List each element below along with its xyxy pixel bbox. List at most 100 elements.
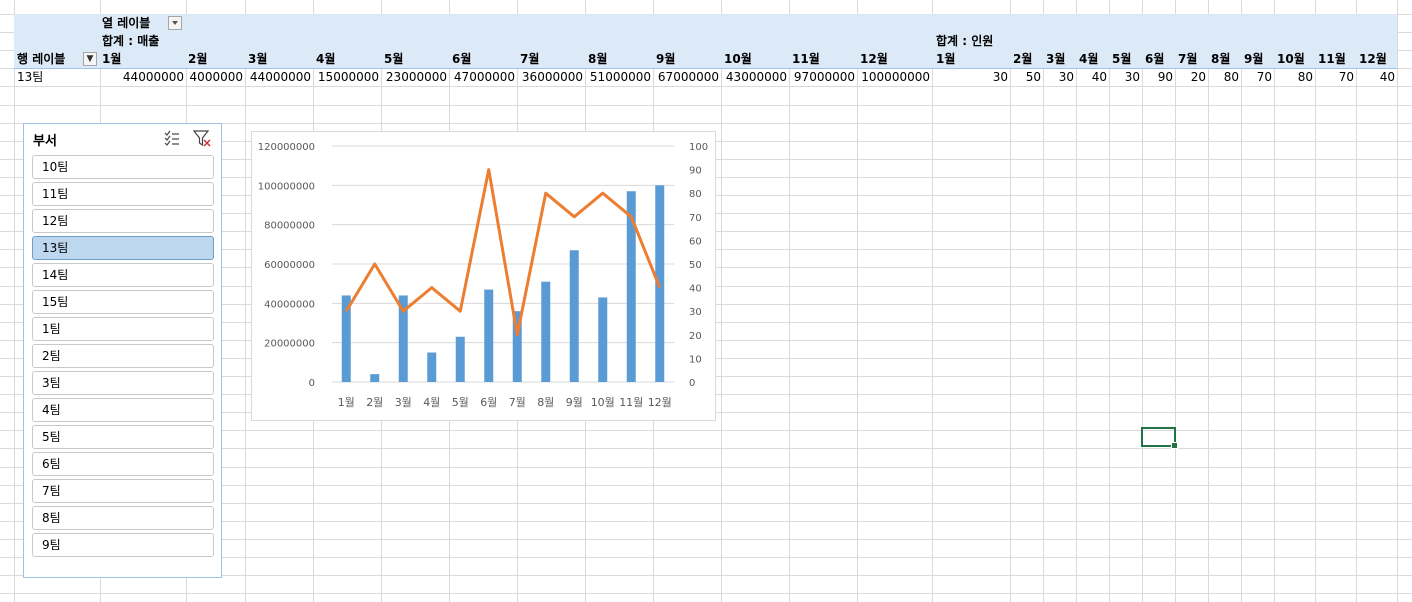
sales-month-header: 11월 [792, 52, 820, 66]
sales-value-cell[interactable]: 43000000 [726, 70, 787, 84]
slicer-item-6팀[interactable]: 6팀 [32, 452, 214, 476]
x-axis-tick-label: 4월 [423, 396, 440, 409]
sales-value-cell[interactable]: 23000000 [386, 70, 447, 84]
staff-value-cell[interactable]: 20 [1191, 70, 1206, 84]
staff-value-cell[interactable]: 30 [993, 70, 1008, 84]
sales-month-header: 3월 [248, 52, 268, 66]
department-slicer[interactable]: 부서 10팀 11팀 12팀 13팀 14팀 15팀 1팀 2팀 3팀 4팀 5팀 6팀 7팀 8팀 9팀 [23, 123, 222, 578]
staff-value-cell[interactable]: 50 [1026, 70, 1041, 84]
staff-value-cell[interactable]: 80 [1298, 70, 1313, 84]
staff-value-cell[interactable]: 40 [1380, 70, 1395, 84]
y2-axis-tick-label: 50 [689, 260, 702, 271]
sales-month-header: 8월 [588, 52, 608, 66]
sum-staff-header: 합계 : 인원 [936, 34, 994, 48]
x-axis-tick-label: 11월 [619, 396, 643, 409]
slicer-item-7팀[interactable]: 7팀 [32, 479, 214, 503]
row-label-13-team[interactable]: 13팀 [17, 70, 43, 84]
slicer-item-11팀[interactable]: 11팀 [32, 182, 214, 206]
sales-value-cell[interactable]: 47000000 [454, 70, 515, 84]
slicer-item-14팀[interactable]: 14팀 [32, 263, 214, 287]
slicer-item-15팀[interactable]: 15팀 [32, 290, 214, 314]
chart-canvas: 0 20000000 40000000 60000000 80000000 1000000… [258, 142, 708, 409]
sales-month-header: 9월 [656, 52, 676, 66]
sales-value-cell[interactable]: 4000000 [190, 70, 243, 84]
clear-filter-icon[interactable] [193, 129, 211, 147]
x-axis-tick-label: 12월 [648, 396, 672, 409]
row-labels-header: 행 레이블 [17, 52, 66, 66]
sales-staff-combo-chart[interactable]: 0 20000000 40000000 60000000 80000000 1000000… [251, 131, 716, 421]
staff-value-cell[interactable]: 80 [1224, 70, 1239, 84]
x-axis-tick-label: 3월 [395, 396, 412, 409]
y2-axis-tick-label: 60 [689, 236, 702, 247]
sales-value-cell[interactable]: 97000000 [794, 70, 855, 84]
sales-month-header: 6월 [452, 52, 472, 66]
sales-bar [484, 289, 494, 382]
y-axis-tick-label: 0 [309, 378, 315, 389]
y-axis-tick-label: 20000000 [264, 339, 315, 350]
column-labels-header: 열 레이블 [102, 16, 151, 30]
slicer-item-5팀[interactable]: 5팀 [32, 425, 214, 449]
staff-month-header: 5월 [1112, 52, 1132, 66]
sales-value-cell[interactable]: 100000000 [861, 70, 930, 84]
sales-bar [541, 281, 551, 382]
sales-month-header: 4월 [316, 52, 336, 66]
column-labels-dropdown-icon[interactable] [168, 16, 182, 30]
y2-axis-tick-label: 80 [689, 189, 702, 200]
sales-bar [370, 374, 380, 382]
x-axis-tick-label: 2월 [366, 396, 383, 409]
sales-value-cell[interactable]: 44000000 [250, 70, 311, 84]
sales-month-header: 12월 [860, 52, 888, 66]
y-axis-tick-label: 100000000 [258, 181, 315, 192]
staff-value-cell[interactable]: 30 [1125, 70, 1140, 84]
sales-bar [569, 250, 579, 382]
x-axis-tick-label: 10월 [591, 396, 615, 409]
staff-month-header: 7월 [1178, 52, 1198, 66]
sales-value-cell[interactable]: 51000000 [590, 70, 651, 84]
sales-value-cell[interactable]: 36000000 [522, 70, 583, 84]
sum-sales-header: 합계 : 매출 [102, 34, 160, 48]
y2-axis-tick-label: 0 [689, 378, 695, 389]
x-axis-tick-label: 1월 [338, 396, 355, 409]
slicer-item-2팀[interactable]: 2팀 [32, 344, 214, 368]
staff-value-cell[interactable]: 40 [1092, 70, 1107, 84]
y2-axis-tick-label: 100 [689, 142, 708, 153]
multi-select-icon[interactable] [163, 129, 181, 147]
slicer-item-3팀[interactable]: 3팀 [32, 371, 214, 395]
staff-month-header: 1월 [936, 52, 956, 66]
slicer-item-1팀[interactable]: 1팀 [32, 317, 214, 341]
sales-month-header: 10월 [724, 52, 752, 66]
sales-bar [598, 297, 608, 382]
y-axis-tick-label: 80000000 [264, 221, 315, 232]
sales-month-header: 5월 [384, 52, 404, 66]
staff-month-header: 11월 [1318, 52, 1346, 66]
staff-value-cell[interactable]: 30 [1059, 70, 1074, 84]
active-cell-selection[interactable] [1141, 427, 1178, 449]
y-axis-tick-label: 60000000 [264, 260, 315, 271]
staff-month-header: 8월 [1211, 52, 1231, 66]
slicer-item-4팀[interactable]: 4팀 [32, 398, 214, 422]
row-filter-icon[interactable]: ▼ [83, 52, 97, 66]
sales-month-header: 1월 [102, 52, 122, 66]
sales-month-header: 2월 [188, 52, 208, 66]
y2-axis-tick-label: 20 [689, 331, 702, 342]
sales-value-cell[interactable]: 15000000 [318, 70, 379, 84]
slicer-item-10팀[interactable]: 10팀 [32, 155, 214, 179]
slicer-item-9팀[interactable]: 9팀 [32, 533, 214, 557]
staff-value-cell[interactable]: 70 [1257, 70, 1272, 84]
y2-axis-tick-label: 10 [689, 354, 702, 365]
y2-axis-tick-label: 70 [689, 213, 702, 224]
slicer-item-8팀[interactable]: 8팀 [32, 506, 214, 530]
staff-month-header: 9월 [1244, 52, 1264, 66]
staff-value-cell[interactable]: 70 [1339, 70, 1354, 84]
slicer-item-12팀[interactable]: 12팀 [32, 209, 214, 233]
y2-axis-tick-label: 90 [689, 166, 702, 177]
slicer-item-13팀[interactable]: 13팀 [32, 236, 214, 260]
sales-bar [455, 336, 465, 382]
x-axis-tick-label: 9월 [566, 396, 583, 409]
staff-value-cell[interactable]: 90 [1158, 70, 1173, 84]
y-axis-tick-label: 120000000 [258, 142, 315, 153]
staff-month-header: 3월 [1046, 52, 1066, 66]
staff-line [344, 168, 662, 337]
sales-value-cell[interactable]: 67000000 [658, 70, 719, 84]
sales-value-cell[interactable]: 44000000 [123, 70, 184, 84]
